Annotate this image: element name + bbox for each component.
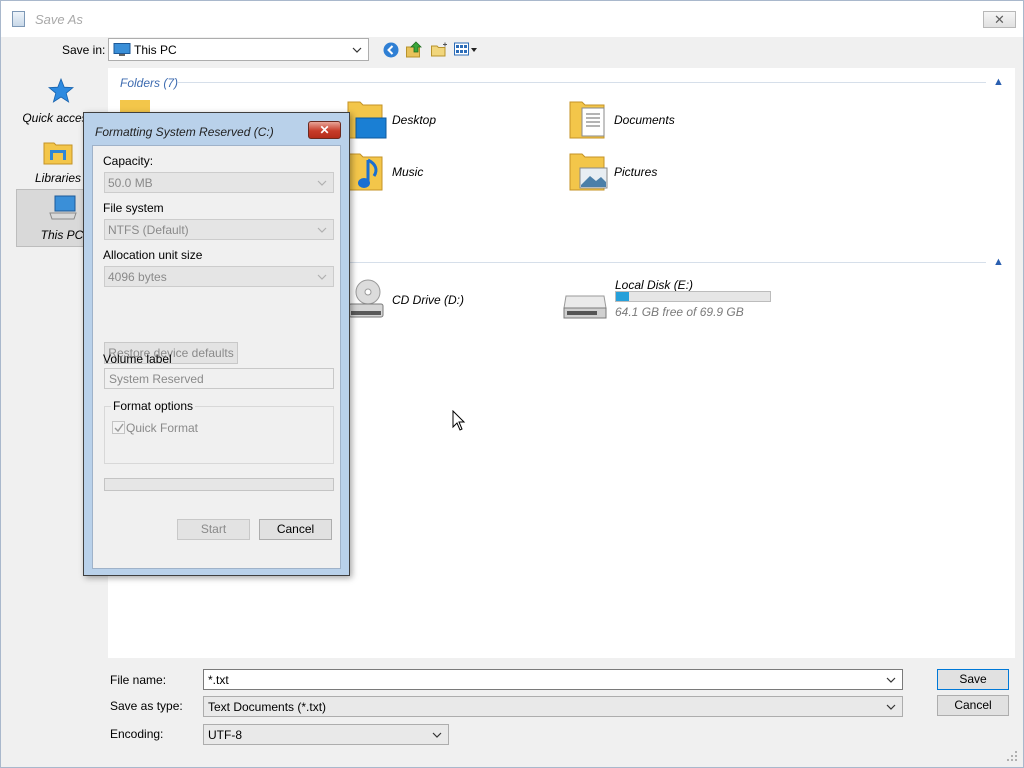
quick-format-label: Quick Format: [126, 421, 199, 435]
format-options-group: [104, 406, 334, 464]
disk-usage-bar: [615, 291, 771, 302]
quick-format-checkbox[interactable]: [112, 421, 125, 434]
divider: [178, 82, 986, 83]
chevron-down-icon: [317, 274, 327, 280]
start-button[interactable]: Start: [177, 519, 250, 540]
save-in-dropdown[interactable]: This PC: [108, 38, 369, 61]
folder-name: Music: [392, 165, 424, 179]
folder-name: Documents: [614, 113, 675, 127]
folder-name: Pictures: [614, 165, 658, 179]
file-name-input[interactable]: *.txt: [203, 669, 903, 690]
cancel-button[interactable]: Cancel: [937, 695, 1009, 716]
file-name-label: File name:: [110, 673, 167, 687]
new-folder-icon[interactable]: [431, 42, 449, 57]
documents-folder-icon: [569, 101, 605, 139]
drive-name: CD Drive (D:): [392, 293, 464, 307]
computer-icon: [113, 43, 131, 56]
folder-item-desktop[interactable]: Desktop: [346, 98, 546, 148]
dialog-title: Formatting System Reserved (C:): [95, 125, 274, 139]
drive-name: Local Disk (E:): [615, 278, 694, 292]
file-system-value: NTFS (Default): [108, 223, 189, 237]
divider: [344, 262, 986, 263]
back-icon[interactable]: [383, 42, 399, 58]
disk-free-text: 64.1 GB free of 69.9 GB: [615, 305, 744, 319]
dialog-body: Capacity: 50.0 MB File system NTFS (Defa…: [92, 145, 341, 569]
computer-icon: [49, 195, 77, 220]
format-progress-bar: [104, 478, 334, 491]
save-in-label: Save in:: [62, 43, 106, 57]
volume-label-value: System Reserved: [109, 372, 204, 386]
drive-item-cd[interactable]: CD Drive (D:): [346, 278, 546, 328]
volume-label-input[interactable]: System Reserved: [104, 368, 334, 389]
encoding-label: Encoding:: [110, 727, 164, 741]
star-icon: [48, 78, 74, 103]
save-in-value: This PC: [134, 43, 177, 57]
chevron-down-icon: [886, 704, 896, 710]
collapse-chevron-icon[interactable]: ▲: [993, 256, 1004, 268]
hard-disk-icon: [563, 295, 607, 319]
view-menu-icon[interactable]: [454, 42, 478, 57]
collapse-chevron-icon[interactable]: ▲: [993, 76, 1004, 88]
encoding-dropdown[interactable]: UTF-8: [203, 724, 449, 745]
dialog-cancel-button[interactable]: Cancel: [259, 519, 332, 540]
save-as-type-value: Text Documents (*.txt): [208, 700, 327, 714]
save-as-type-dropdown[interactable]: Text Documents (*.txt): [203, 696, 903, 717]
libraries-icon: [43, 142, 73, 165]
chevron-down-icon: [317, 227, 327, 233]
cd-drive-icon: [348, 279, 384, 318]
folder-item-music[interactable]: Music: [346, 150, 546, 200]
title-bar[interactable]: Save As ✕: [1, 1, 1023, 37]
allocation-unit-dropdown[interactable]: 4096 bytes: [104, 266, 334, 287]
chevron-down-icon: [432, 732, 442, 738]
notepad-icon: [12, 11, 25, 27]
dialog-close-button[interactable]: ✕: [308, 121, 341, 139]
resize-grip-icon[interactable]: [1005, 749, 1019, 763]
folder-name: Desktop: [392, 113, 437, 127]
up-folder-icon[interactable]: [406, 41, 422, 58]
capacity-dropdown[interactable]: 50.0 MB: [104, 172, 334, 193]
format-dialog: Formatting System Reserved (C:) ✕ Capaci…: [83, 112, 350, 576]
mouse-cursor-icon: [452, 410, 466, 431]
folder-item-pictures[interactable]: Pictures: [568, 150, 768, 200]
disk-usage-fill: [616, 292, 629, 301]
capacity-value: 50.0 MB: [108, 176, 153, 190]
file-system-label: File system: [103, 201, 164, 215]
folder-item-documents[interactable]: Documents: [568, 98, 768, 148]
encoding-value: UTF-8: [208, 728, 242, 742]
capacity-label: Capacity:: [103, 154, 154, 168]
folders-group-header[interactable]: Folders (7): [120, 76, 178, 90]
chevron-down-icon[interactable]: [886, 677, 896, 683]
drive-item-local-disk[interactable]: Local Disk (E:) 64.1 GB free of 69.9 GB: [563, 278, 793, 328]
format-options-legend: Format options: [111, 399, 196, 413]
allocation-unit-label: Allocation unit size: [103, 248, 203, 262]
save-as-type-label: Save as type:: [110, 699, 183, 713]
desktop-folder-icon: [347, 101, 387, 139]
checkmark-icon: [114, 423, 124, 433]
chevron-down-icon: [352, 47, 362, 53]
file-name-value: *.txt: [208, 673, 229, 687]
save-button[interactable]: Save: [937, 669, 1009, 690]
chevron-down-icon: [317, 180, 327, 186]
allocation-unit-value: 4096 bytes: [108, 270, 167, 284]
music-folder-icon: [347, 153, 383, 191]
pictures-folder-icon: [569, 153, 608, 191]
file-system-dropdown[interactable]: NTFS (Default): [104, 219, 334, 240]
close-button[interactable]: ✕: [983, 11, 1016, 28]
window-title: Save As: [35, 12, 83, 27]
volume-label-label: Volume label: [103, 352, 172, 366]
